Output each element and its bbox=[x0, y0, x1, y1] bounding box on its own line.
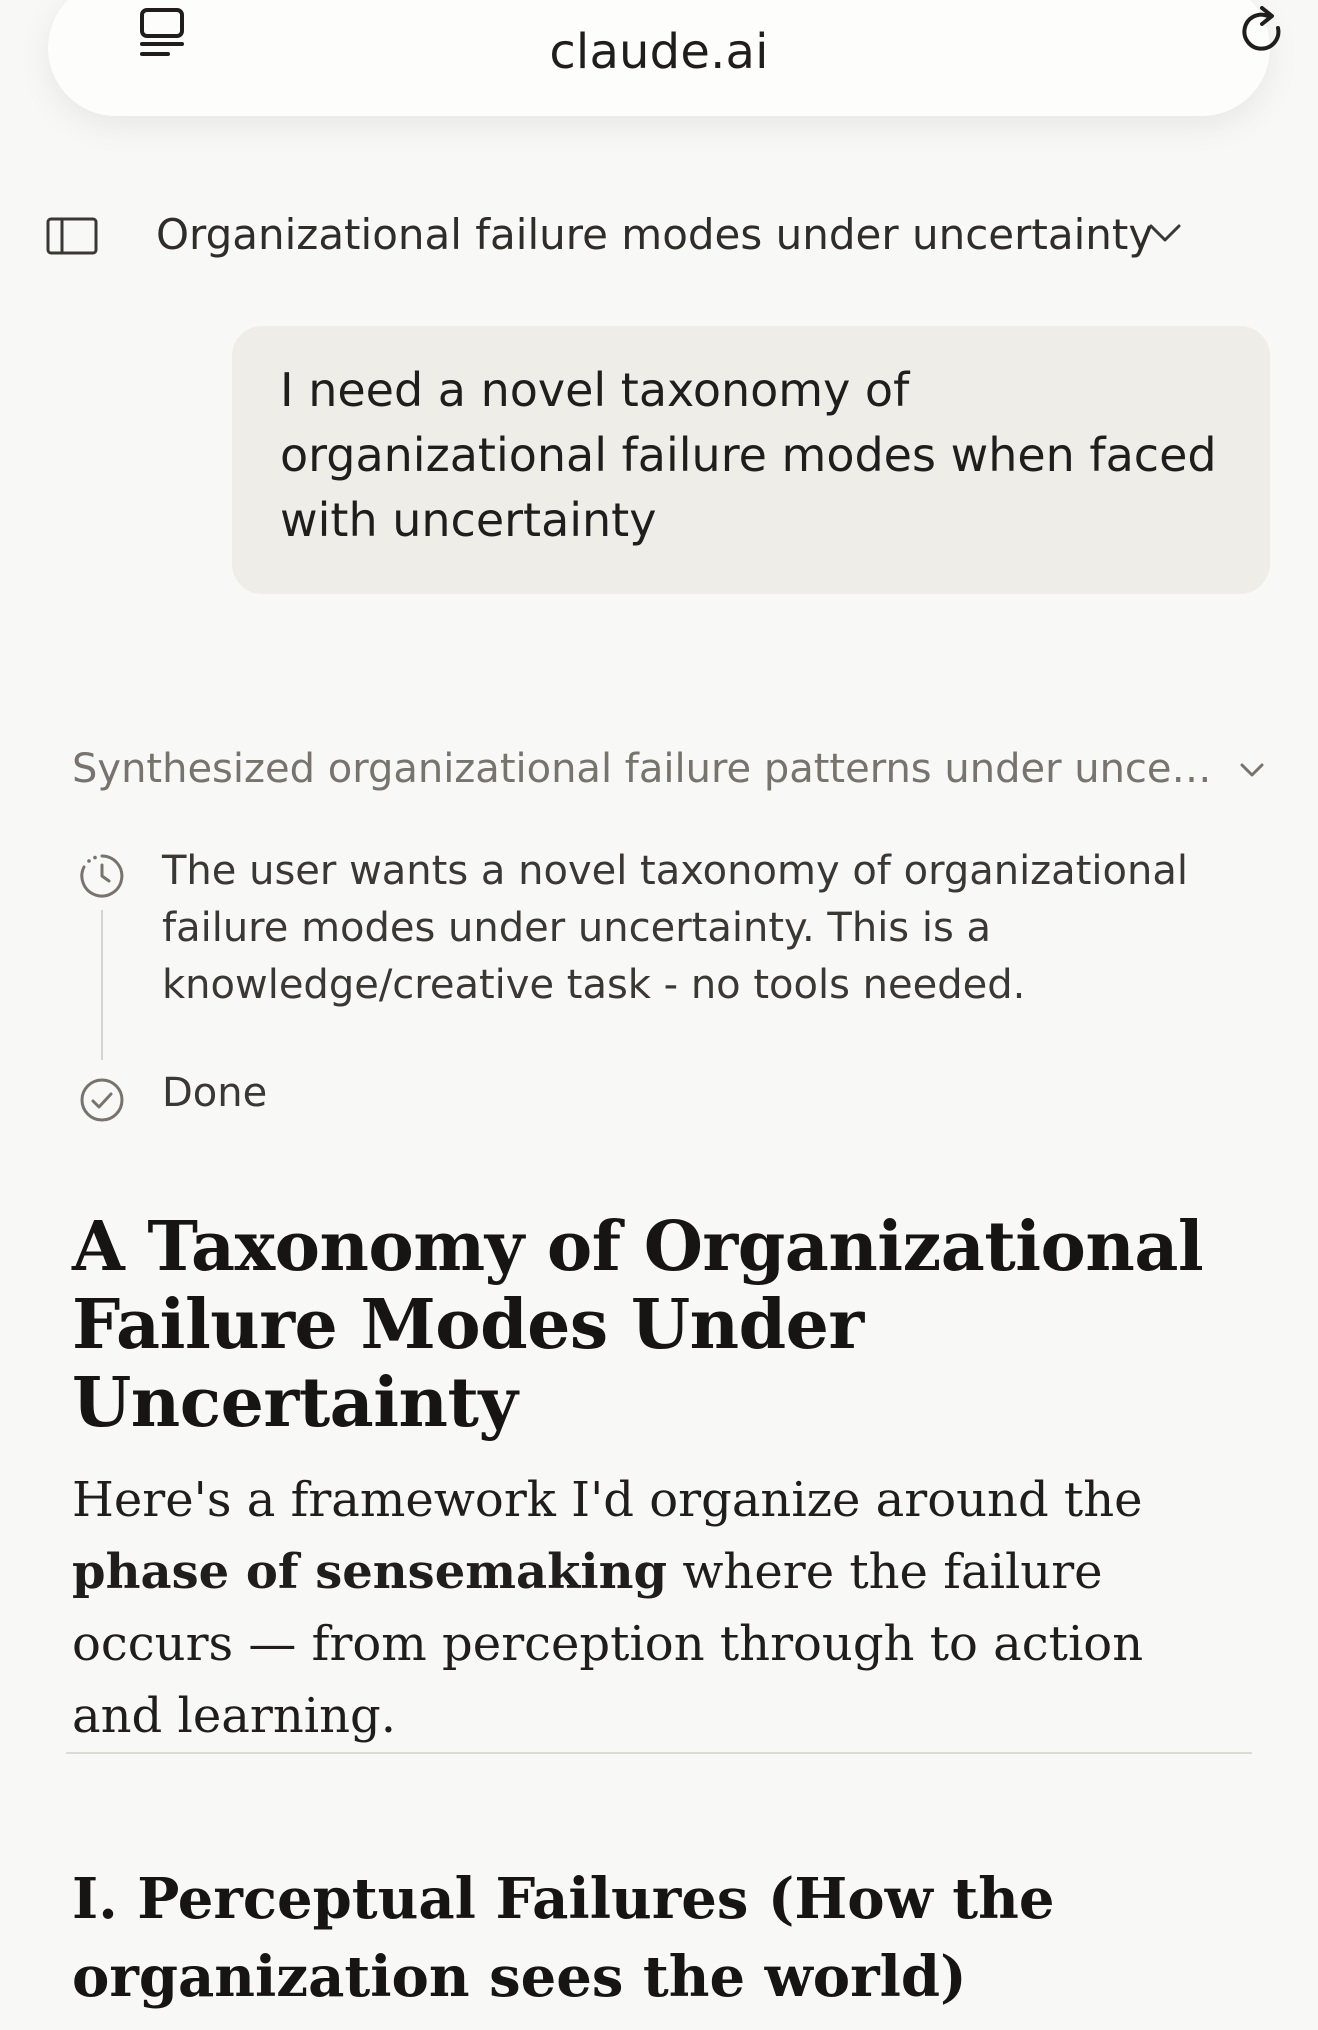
user-message-bubble: I need a novel taxonomy of organizationa… bbox=[232, 326, 1270, 594]
url-text[interactable]: claude.ai bbox=[48, 0, 1270, 104]
conversation-title[interactable]: Organizational failure modes under uncer… bbox=[156, 210, 1153, 259]
chevron-down-icon[interactable] bbox=[1145, 220, 1185, 250]
assistant-response: A Taxonomy of Organizational Failure Mod… bbox=[72, 1208, 1252, 1752]
conversation-header: Organizational failure modes under uncer… bbox=[0, 200, 1318, 270]
thinking-summary[interactable]: Synthesized organizational failure patte… bbox=[72, 746, 1212, 792]
timeline-connector bbox=[101, 910, 103, 1060]
clock-icon bbox=[78, 852, 126, 904]
browser-address-bar[interactable]: claude.ai bbox=[48, 0, 1281, 116]
intro-text-1: Here's a framework I'd organize around t… bbox=[72, 1472, 1143, 1528]
reload-icon[interactable] bbox=[1238, 2, 1290, 66]
thinking-done-label: Done bbox=[162, 1070, 268, 1116]
response-intro: Here's a framework I'd organize around t… bbox=[72, 1464, 1172, 1752]
intro-bold-text: phase of sensemaking bbox=[72, 1544, 668, 1600]
check-circle-icon bbox=[78, 1076, 126, 1128]
horizontal-divider bbox=[66, 1752, 1252, 1754]
response-heading: A Taxonomy of Organizational Failure Mod… bbox=[72, 1207, 1204, 1443]
thinking-step-text: The user wants a novel taxonomy of organ… bbox=[162, 848, 1188, 1008]
sidebar-icon[interactable] bbox=[46, 217, 98, 259]
user-message-text: I need a novel taxonomy of organizationa… bbox=[280, 363, 1217, 547]
thinking-chevron-down-icon[interactable] bbox=[1238, 760, 1266, 784]
section-heading: I. Perceptual Failures (How the organiza… bbox=[72, 1866, 1055, 2010]
